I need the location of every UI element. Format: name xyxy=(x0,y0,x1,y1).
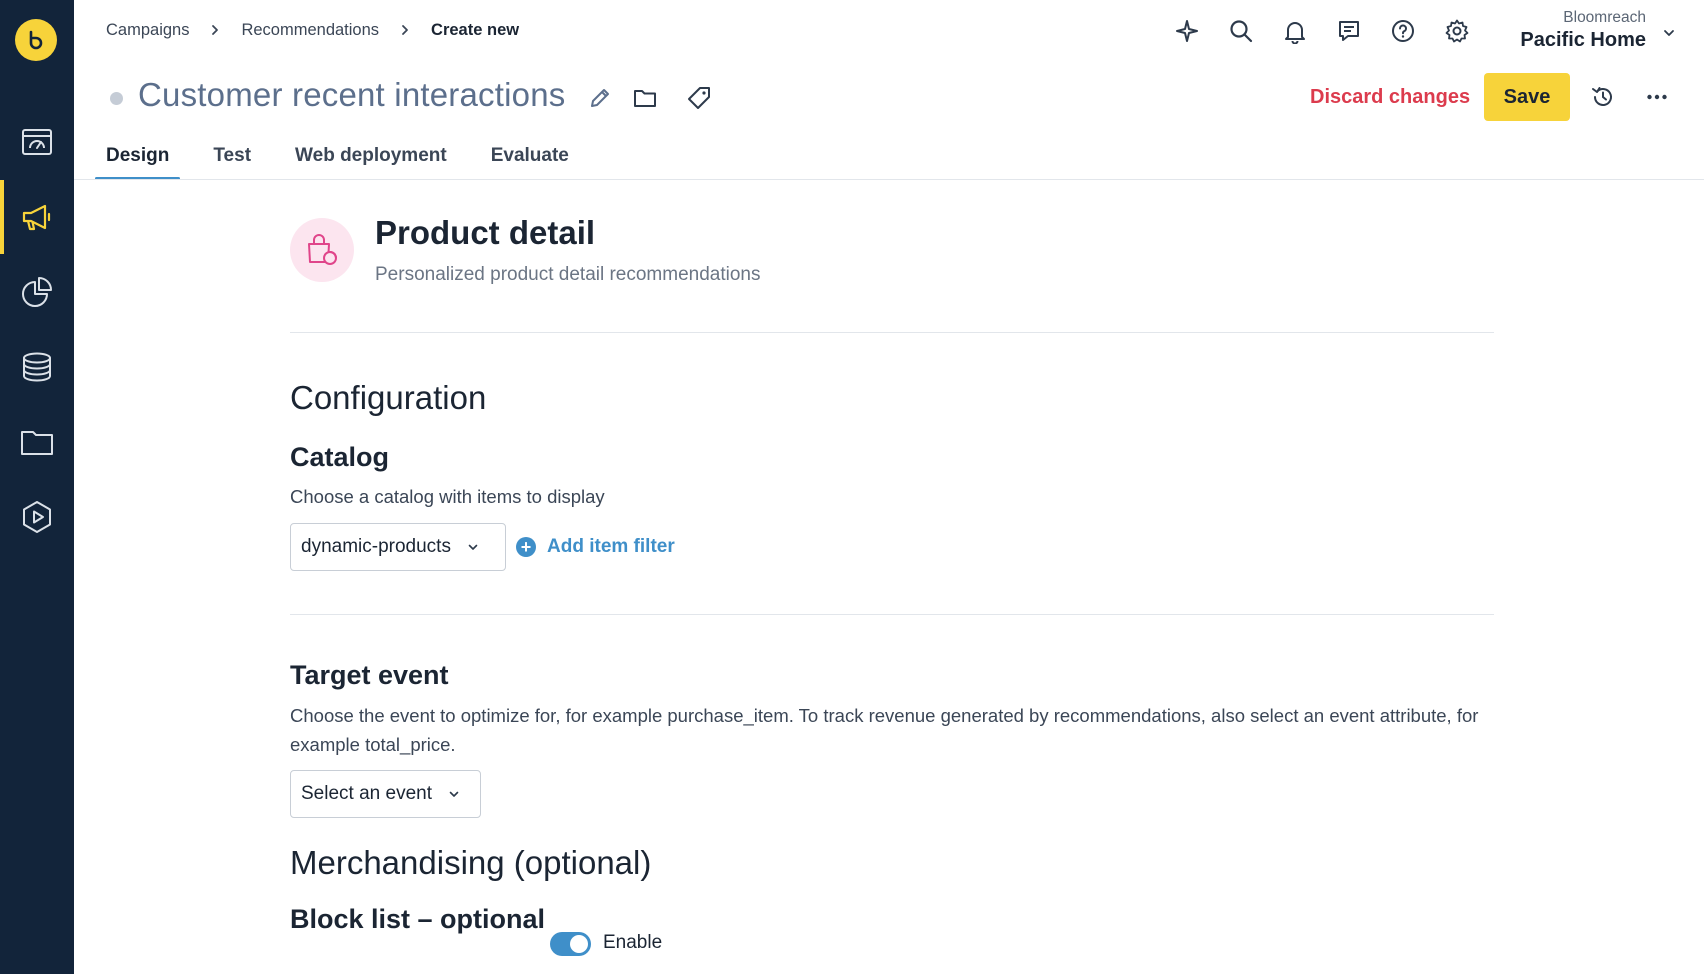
target-event-description: Choose the event to optimize for, for ex… xyxy=(290,705,1479,755)
help-icon xyxy=(1392,20,1414,42)
bloomreach-logo-icon xyxy=(29,30,43,50)
messages-button[interactable] xyxy=(1332,14,1366,48)
notifications-button[interactable] xyxy=(1278,14,1312,48)
plus-circle-icon: + xyxy=(516,537,536,557)
tab-design[interactable]: Design xyxy=(95,141,181,180)
configuration-heading: Configuration xyxy=(290,379,487,416)
sparkle-icon xyxy=(1176,20,1198,42)
breadcrumb-current: Create new xyxy=(431,20,520,39)
chevron-right-icon xyxy=(209,24,221,36)
sidebar-item-campaigns[interactable] xyxy=(0,180,74,254)
block-list-heading: Block list – optional xyxy=(290,904,546,934)
rename-button[interactable] xyxy=(585,83,615,113)
assets-folder-icon xyxy=(21,431,53,455)
target-event-select[interactable]: Select an event xyxy=(290,770,481,818)
app-sidebar xyxy=(0,0,74,974)
target-event-placeholder: Select an event xyxy=(301,783,432,804)
history-icon xyxy=(1592,87,1612,106)
analytics-pie-icon xyxy=(22,277,52,307)
sidebar-item-assets[interactable] xyxy=(0,405,74,479)
search-button[interactable] xyxy=(1224,14,1258,48)
breadcrumb-recommendations[interactable]: Recommendations xyxy=(241,21,379,40)
block-list-toggle[interactable] xyxy=(550,932,591,956)
account-project: Pacific Home xyxy=(1520,29,1646,51)
search-icon xyxy=(1230,20,1253,43)
discard-changes-button[interactable]: Discard changes xyxy=(1300,73,1480,121)
campaigns-megaphone-icon xyxy=(22,204,51,231)
bloomreach-logo[interactable] xyxy=(15,19,57,61)
divider xyxy=(290,332,1494,333)
tab-web-deployment[interactable]: Web deployment xyxy=(284,141,458,180)
folder-icon xyxy=(634,90,656,107)
project-switcher[interactable]: Bloomreach Pacific Home xyxy=(1500,9,1690,55)
more-horizontal-icon xyxy=(1647,94,1667,100)
breadcrumb: Campaigns Recommendations Create new xyxy=(106,19,519,41)
save-button[interactable]: Save xyxy=(1484,73,1570,121)
chat-icon xyxy=(1339,21,1359,41)
dashboard-icon xyxy=(22,129,52,155)
sidebar-item-dashboards[interactable] xyxy=(0,105,74,179)
sidebar-item-data[interactable] xyxy=(0,330,74,404)
shopping-bag-icon xyxy=(308,234,337,265)
add-item-filter-label: Add item filter xyxy=(547,536,675,557)
sidebar-item-analytics[interactable] xyxy=(0,255,74,329)
catalog-heading: Catalog xyxy=(290,442,390,472)
template-subtitle: Personalized product detail recommendati… xyxy=(375,264,761,285)
play-hexagon-icon xyxy=(23,501,51,533)
status-indicator xyxy=(110,92,123,105)
tags-button[interactable] xyxy=(684,83,714,113)
template-avatar xyxy=(290,218,354,282)
settings-button[interactable] xyxy=(1440,14,1474,48)
tab-test[interactable]: Test xyxy=(202,141,262,180)
template-title: Product detail xyxy=(375,214,596,251)
breadcrumb-campaigns[interactable]: Campaigns xyxy=(106,21,189,40)
chevron-down-icon xyxy=(449,791,459,797)
divider xyxy=(290,614,1494,615)
more-options-button[interactable] xyxy=(1640,80,1674,114)
tab-evaluate[interactable]: Evaluate xyxy=(480,141,580,180)
merchandising-heading: Merchandising (optional) xyxy=(290,844,652,881)
gear-icon xyxy=(1445,19,1469,43)
toggle-knob xyxy=(570,935,588,953)
top-toolbar xyxy=(1170,14,1494,48)
account-org: Bloomreach xyxy=(1563,9,1646,26)
ai-assistant-button[interactable] xyxy=(1170,14,1204,48)
chevron-right-icon xyxy=(399,24,411,36)
tab-bar: Design Test Web deployment Evaluate xyxy=(95,141,602,180)
sidebar-item-scenarios[interactable] xyxy=(0,480,74,554)
data-database-icon xyxy=(23,352,51,382)
move-to-folder-button[interactable] xyxy=(630,83,660,113)
bell-icon xyxy=(1285,22,1305,44)
page-title: Customer recent interactions xyxy=(138,76,566,113)
add-item-filter-button[interactable]: + Add item filter xyxy=(516,523,675,571)
tag-icon xyxy=(688,87,710,109)
catalog-select[interactable]: dynamic-products xyxy=(290,523,506,571)
chevron-down-icon xyxy=(468,544,478,550)
target-event-heading: Target event xyxy=(290,660,449,690)
catalog-select-value: dynamic-products xyxy=(301,536,451,557)
block-list-toggle-label: Enable xyxy=(603,932,663,953)
pencil-icon xyxy=(591,89,609,107)
version-history-button[interactable] xyxy=(1586,80,1620,114)
chevron-down-icon xyxy=(1664,30,1674,36)
tabs-divider xyxy=(74,179,1704,180)
catalog-description: Choose a catalog with items to display xyxy=(290,486,605,507)
help-button[interactable] xyxy=(1386,14,1420,48)
